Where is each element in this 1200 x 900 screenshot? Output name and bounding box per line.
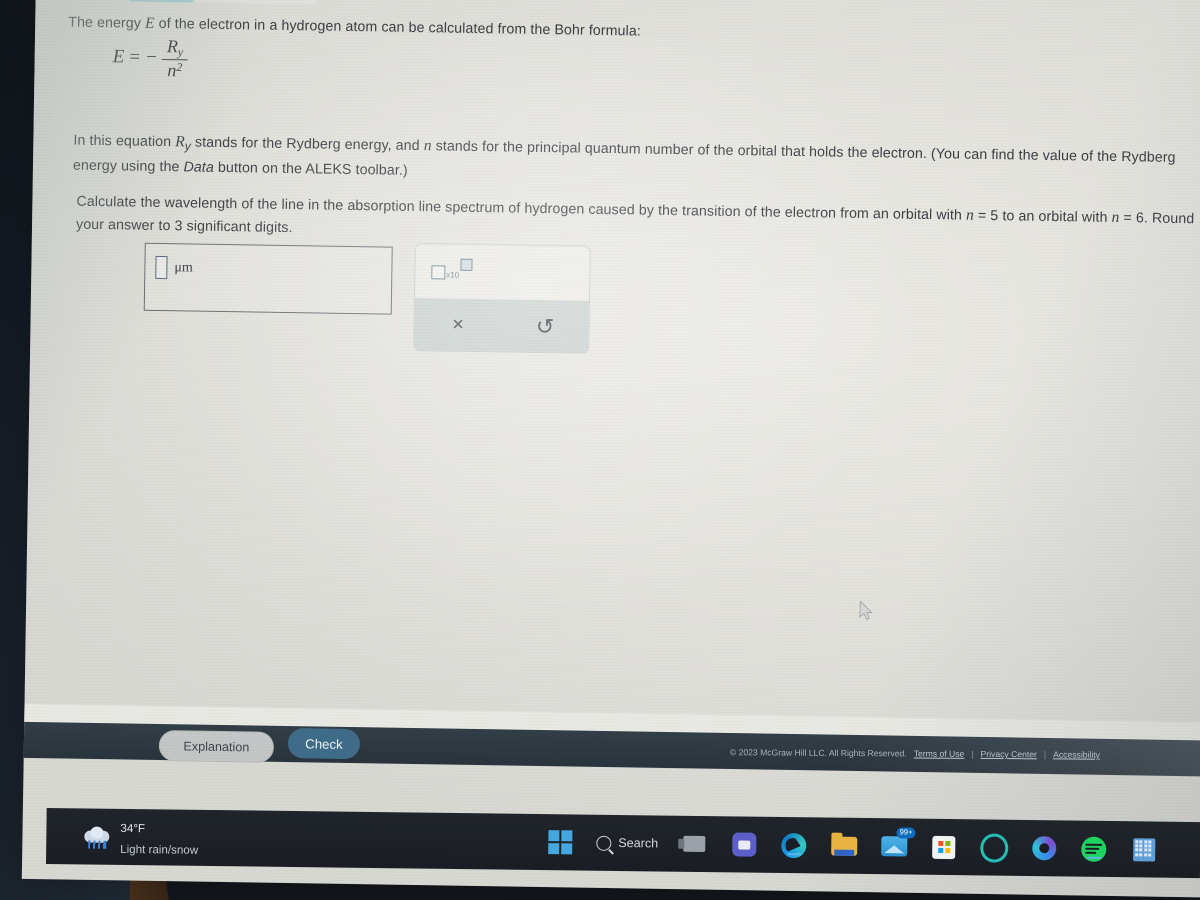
math-toolbar-top-row: x10	[415, 244, 590, 301]
scientific-notation-button[interactable]: x10	[431, 258, 473, 280]
mantissa-box-icon	[431, 265, 446, 280]
task-view-icon	[683, 835, 706, 853]
bohr-formula: E = − Ry n2	[112, 35, 189, 81]
taskbar-search[interactable]: Search	[596, 835, 658, 851]
check-button[interactable]: Check	[287, 728, 361, 760]
screenshot-root: The energy E of the electron in a hydrog…	[0, 0, 1200, 900]
p2-n-final-value: = 6	[1123, 210, 1145, 227]
spotify-button[interactable]	[1080, 835, 1108, 863]
spotify-running-indicator	[1087, 856, 1102, 859]
lead-before: The energy	[68, 14, 146, 32]
data-button-reference: Data	[183, 159, 215, 176]
p1-part-b: stands for the Rydberg energy, and	[190, 134, 424, 155]
teams-button[interactable]	[730, 830, 758, 858]
windows-start-icon	[547, 829, 573, 855]
weather-condition: Light rain/snow	[120, 842, 199, 857]
privacy-center-link[interactable]: Privacy Center	[981, 749, 1037, 759]
copyright-text: © 2023 McGraw Hill LLC. All Rights Reser…	[729, 747, 907, 759]
math-toolbar-bottom-row: × ↺	[414, 297, 589, 354]
taskbar-icon-row: Search 99+	[546, 814, 1159, 877]
file-explorer-button[interactable]	[830, 832, 858, 860]
formula-numerator: Ry	[162, 36, 189, 59]
exponent-box-icon	[460, 258, 473, 271]
n-exponent: 2	[176, 62, 183, 75]
formula-lhs: E	[112, 46, 125, 68]
calculator-button[interactable]	[1130, 835, 1158, 863]
times-ten-label: x10	[446, 270, 460, 280]
copilot-button[interactable]	[1030, 834, 1058, 862]
teams-icon	[732, 832, 757, 857]
laptop-screen: The energy E of the electron in a hydrog…	[21, 0, 1200, 898]
answer-input[interactable]: μm	[143, 242, 393, 315]
formula-equals: =	[129, 46, 141, 68]
outlook-icon	[980, 832, 1009, 863]
lead-after: of the electron in a hydrogen atom can b…	[154, 15, 642, 40]
rydberg-subscript: y	[177, 44, 184, 59]
terms-of-use-link[interactable]: Terms of Use	[914, 748, 965, 758]
weather-temperature: 34°F	[120, 821, 146, 836]
footer-separator-1: |	[971, 748, 974, 759]
answer-unit-label: μm	[174, 259, 193, 275]
mail-unread-badge: 99+	[896, 827, 916, 839]
undo-button[interactable]: ↺	[501, 299, 589, 353]
rydberg-symbol: R	[166, 36, 179, 57]
p2-part-b: to an orbital with	[998, 208, 1112, 226]
weather-widget[interactable]: 34°F Light rain/snow	[84, 817, 198, 860]
p2-n-initial-value: = 5	[977, 207, 999, 225]
accessibility-link[interactable]: Accessibility	[1053, 749, 1100, 759]
math-toolbar: x10 × ↺	[413, 242, 591, 354]
mail-button[interactable]: 99+	[880, 827, 916, 860]
legal-footer: © 2023 McGraw Hill LLC. All Rights Reser…	[730, 742, 1200, 765]
p2-n-final: n	[1111, 208, 1120, 227]
copilot-icon	[1032, 836, 1057, 861]
active-app-indicator	[787, 853, 802, 856]
explanation-paragraph: In this equation Ry stands for the Rydbe…	[73, 128, 1196, 196]
answer-input-content: μm	[155, 255, 193, 280]
p2-n-initial: n	[965, 206, 975, 224]
search-label: Search	[618, 835, 659, 851]
formula-fraction: Ry n2	[161, 36, 189, 81]
explanation-button[interactable]: Explanation	[158, 730, 275, 763]
browser-tab-sliver[interactable]	[129, 0, 194, 3]
n-symbol: n	[167, 60, 177, 81]
problem-lead-text: The energy E of the electron in a hydrog…	[68, 10, 1188, 53]
edge-button[interactable]	[780, 831, 808, 859]
aleks-page: The energy E of the electron in a hydrog…	[22, 0, 1200, 853]
rain-snow-cloud-icon	[84, 826, 111, 849]
start-button[interactable]	[546, 828, 574, 856]
clear-button[interactable]: ×	[414, 298, 502, 352]
p1-part-d: button on the ALEKS toolbar.)	[213, 159, 408, 179]
search-icon	[596, 835, 612, 851]
microsoft-store-icon	[932, 835, 956, 859]
footer-separator-2: |	[1043, 749, 1047, 760]
browser-chrome-sliver	[195, 0, 316, 5]
outlook-button[interactable]	[980, 832, 1009, 863]
formula-denominator: n2	[162, 60, 187, 81]
task-view-button[interactable]	[680, 830, 708, 858]
microsoft-store-button[interactable]	[930, 833, 958, 861]
mail-icon	[881, 836, 908, 857]
calculator-icon	[1133, 837, 1156, 862]
mouse-cursor	[859, 601, 873, 621]
answer-placeholder-box[interactable]	[155, 255, 168, 280]
p1-part-a: In this equation	[73, 132, 176, 151]
file-explorer-icon	[831, 836, 858, 856]
formula-minus: −	[145, 46, 157, 69]
weather-text: 34°F Light rain/snow	[120, 818, 198, 861]
